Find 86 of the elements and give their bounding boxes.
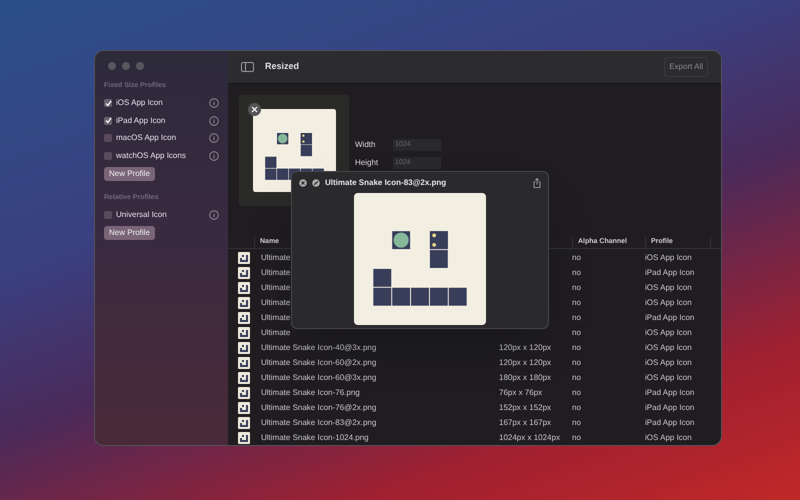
file-name: Ultimate Snake Icon-1024.png [261, 432, 369, 442]
new-profile-button[interactable]: New Profile [104, 166, 155, 180]
info-icon[interactable] [209, 98, 219, 108]
alpha-value: no [572, 328, 581, 336]
image-thumbnail-icon [238, 312, 250, 324]
image-size: 180px x 180px [499, 372, 552, 382]
info-icon[interactable] [209, 150, 219, 161]
image-thumbnail-icon [238, 252, 250, 264]
dimension-label: Width [355, 139, 376, 151]
profile-label: watchOS App Icons [116, 150, 187, 162]
close-icon[interactable] [299, 178, 307, 186]
image-thumbnail-icon [238, 402, 250, 414]
export-all-button[interactable]: Export All [664, 57, 708, 77]
share-icon[interactable] [533, 178, 541, 188]
alpha-value: no [572, 388, 581, 396]
image-size: 120px x 120px [499, 342, 552, 352]
image-thumbnail-icon [238, 282, 250, 294]
image-thumbnail-icon [238, 386, 250, 398]
popover-title: Ultimate Snake Icon-83@2x.png [325, 176, 446, 188]
alpha-value: no [572, 432, 581, 442]
image-size: 76px x 76px [499, 388, 542, 396]
alpha-value: no [572, 418, 581, 426]
new-profile-button[interactable]: New Profile [104, 226, 155, 240]
alpha-value: no [572, 298, 581, 306]
profile-name: iPad App Icon [645, 268, 694, 276]
profile-name: iOS App Icon [645, 252, 692, 262]
checkbox[interactable] [104, 99, 112, 108]
sidebar-toggle-icon[interactable] [241, 62, 254, 72]
block-icon[interactable] [312, 178, 320, 186]
alpha-value: no [572, 252, 581, 262]
image-thumbnail-icon [238, 342, 250, 354]
file-name: Ultimate Snake Icon-40@3x.png [261, 342, 376, 352]
alpha-value: no [572, 342, 581, 352]
file-name: Ultimate Snake Icon-60@2x.png [261, 358, 376, 366]
remove-icon[interactable] [248, 103, 261, 116]
image-size: 1024px x 1024px [499, 432, 560, 442]
profile-name: iOS App Icon [645, 328, 692, 336]
image-thumbnail-icon [238, 266, 250, 278]
profile-name: iOS App Icon [645, 342, 692, 352]
checkbox[interactable] [104, 152, 112, 160]
image-thumbnail-icon [238, 432, 250, 444]
profile-label: iOS App Icon [116, 97, 164, 110]
alpha-value: no [572, 402, 581, 412]
file-name: Ultimate Snake Icon-83@2x.png [261, 418, 376, 426]
checkbox[interactable] [104, 210, 112, 219]
image-thumbnail-icon [238, 296, 250, 308]
profile-label: macOS App Icon [116, 132, 178, 144]
profile-name: iPad App Icon [645, 402, 694, 412]
file-name: Ultimate Snake Icon-60@3x.png [261, 372, 376, 382]
file-name: Ultimate [261, 312, 290, 322]
alpha-value: no [572, 282, 581, 292]
profile-name: iOS App Icon [645, 358, 692, 366]
profile-label: iPad App Icon [116, 114, 166, 127]
image-thumbnail-icon [238, 416, 250, 428]
file-name: Ultimate [261, 328, 290, 336]
profile-name: iPad App Icon [645, 418, 694, 426]
file-name: Ultimate [261, 298, 290, 306]
image-thumbnail-icon [238, 356, 250, 368]
file-name: Ultimate [261, 252, 290, 262]
alpha-value: no [572, 312, 581, 322]
profile-label: Universal Icon [116, 208, 168, 221]
profile-name: iPad App Icon [645, 388, 694, 396]
checkbox[interactable] [104, 134, 112, 142]
profile-name: iOS App Icon [645, 282, 692, 292]
image-size: 120px x 120px [499, 358, 552, 366]
info-icon[interactable] [209, 210, 219, 220]
image-thumbnail-icon [238, 372, 250, 384]
profile-name: iOS App Icon [645, 298, 692, 306]
image-size: 152px x 152px [499, 402, 552, 412]
alpha-value: no [572, 268, 581, 276]
file-name: Ultimate Snake Icon-76.png [261, 388, 360, 396]
profile-name: iOS App Icon [645, 372, 692, 382]
profile-name: iOS App Icon [645, 432, 692, 442]
image-size: 167px x 167px [499, 418, 552, 426]
checkbox[interactable] [104, 116, 112, 125]
alpha-value: no [572, 372, 581, 382]
dimension-label: Height [355, 157, 380, 169]
info-icon[interactable] [209, 133, 219, 144]
file-name: Ultimate Snake Icon-76@2x.png [261, 402, 376, 412]
window-title: Resized [265, 60, 300, 74]
image-thumbnail-icon [238, 326, 250, 338]
info-icon[interactable] [209, 116, 219, 126]
file-name: Ultimate [261, 282, 290, 292]
profile-name: iPad App Icon [645, 312, 694, 322]
alpha-value: no [572, 358, 581, 366]
file-name: Ultimate [261, 268, 290, 276]
